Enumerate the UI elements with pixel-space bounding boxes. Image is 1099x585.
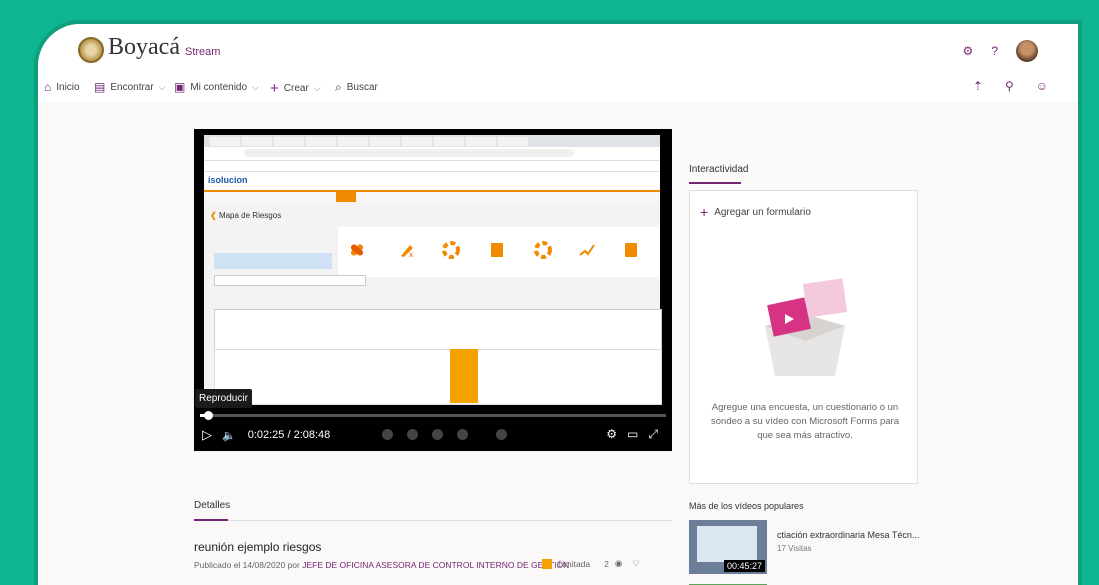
nav-search[interactable]: ⌕ Buscar [335,80,378,95]
captions-icon[interactable]: ▭ [627,427,638,442]
popular-video-views: 17 Visitas [777,544,812,553]
document-icon [491,243,503,257]
published-info: Publicado el 14/08/2020 por JEFE DE OFIC… [194,560,570,570]
brand-name[interactable]: Boyacá [108,34,180,61]
details-divider [194,520,672,521]
video-frame: isolucion ❮ Mapa de Riesgos x [204,135,662,405]
interactivity-title[interactable]: Interactividad [689,164,748,175]
time-display: 0:02:25 / 2:08:48 [247,429,331,441]
isolucion-logo: isolucion [208,175,248,185]
search-icon: ⌕ [335,80,342,94]
popular-video-duration: 00:45:27 [723,560,765,572]
forms-illustration-icon [765,278,848,376]
nav-discover[interactable]: ▤ Encontrar ⌵ [94,80,166,94]
popular-videos-title: Más de los vídeos populares [689,501,804,511]
discover-icon: ▤ [94,80,106,94]
details-underline [194,519,228,521]
video-player[interactable]: isolucion ❮ Mapa de Riesgos x Reproducir… [194,129,672,451]
plus-icon: + [700,204,709,220]
interactivity-underline [689,182,741,184]
avatar[interactable] [1016,40,1038,62]
browser-address-bar [204,147,660,161]
visibility-label: Limitada [558,558,591,569]
chevron-down-icon: ⌵ [252,81,259,92]
interactivity-description: Agregue una encuesta, un cuestionario o … [711,402,899,441]
chevron-down-icon: ⌵ [313,83,321,93]
chevron-down-icon: ⌵ [158,81,166,92]
risk-table-header [214,309,662,351]
person-icon[interactable]: ⚲ [1005,79,1014,93]
stream-window: Boyacá Stream ⚙ ? ⌂ Inicio ▤ Encontrar ⌵ [38,24,1078,585]
browser-bookmarks [204,161,660,172]
top-right-actions: ⚙ ? [963,40,1038,62]
video-stats: Limitada 2 ◉ ♡ [542,558,640,569]
nav-create[interactable]: + Crear ⌵ [270,80,321,97]
content-icon: ▣ [174,80,186,94]
views-count: 2 [604,558,609,569]
filter-row [214,253,332,269]
home-icon: ⌂ [44,80,52,94]
isolucion-header: isolucion [204,172,660,192]
isolucion-icon-row: x [338,227,660,277]
filter-input [214,275,366,286]
play-tooltip: Reproducir [195,389,252,408]
nav-home[interactable]: ⌂ Inicio [44,80,80,94]
browser-tabs [204,135,660,147]
lifebuoy-icon [534,241,552,259]
nav-my-content[interactable]: ▣ Mi contenido ⌵ [174,80,259,94]
top-bar: Boyacá Stream ⚙ ? [38,24,1078,70]
progress-knob[interactable] [204,411,213,420]
smile-icon[interactable]: ☺ [1036,79,1048,93]
bandage-icon [350,244,364,256]
boyaca-logo-icon[interactable] [78,37,104,63]
presenter-indicators [382,429,507,440]
eye-icon: ◉ [614,558,623,568]
heart-icon[interactable]: ♡ [632,558,640,569]
gear-icon[interactable]: ⚙ [963,44,974,58]
settings-icon[interactable]: ⚙ [606,427,617,442]
svg-text:x: x [409,250,413,259]
isolucion-menu-active [336,192,356,202]
app-name-stream[interactable]: Stream [185,46,220,58]
play-icon[interactable]: ▷ [202,427,212,443]
player-right-controls: ⚙ ▭ ⤢ [606,427,658,442]
interactivity-panel: + Agregar un formulario Agregue una encu… [689,190,918,484]
visibility-icon [542,558,552,569]
details-tab[interactable]: Detalles [194,500,230,511]
help-icon[interactable]: ? [991,44,998,58]
isolucion-menu [204,192,660,202]
pin-icon[interactable]: ⇡ [973,79,983,93]
app-frame: Boyacá Stream ⚙ ? ⌂ Inicio ▤ Encontrar ⌵ [0,0,1099,585]
player-controls: ▷ 🔈 0:02:25 / 2:08:48 ⚙ ▭ ⤢ [202,425,664,445]
popular-video-thumbnail[interactable]: 00:45:27 [689,520,767,574]
add-form-button[interactable]: + Agregar un formulario [700,204,811,220]
nav-bar: ⌂ Inicio ▤ Encontrar ⌵ ▣ Mi contenido ⌵ … [38,74,1078,100]
lifebuoy-icon [442,241,460,259]
risk-map-title: ❮ Mapa de Riesgos [210,211,282,220]
video-title: reunión ejemplo riesgos [194,540,322,554]
nav-right-actions: ⇡ ⚲ ☺ [973,79,1048,93]
volume-icon[interactable]: 🔈 [222,429,236,442]
content-area: isolucion ❮ Mapa de Riesgos x Reproducir… [38,102,1078,585]
evaluation-cell [450,349,478,403]
tools-icon: x [401,245,413,259]
risk-table-body [214,349,662,405]
pdf-icon [625,243,637,257]
fullscreen-icon[interactable]: ⤢ [648,427,658,442]
author-link[interactable]: JEFE DE OFICINA ASESORA DE CONTROL INTER… [302,560,569,570]
plus-icon: + [270,80,279,97]
progress-bar[interactable] [200,411,666,420]
chart-line-icon [579,244,595,256]
popular-video-title[interactable]: ctiación extraordinaria Mesa Técn... [777,530,919,540]
